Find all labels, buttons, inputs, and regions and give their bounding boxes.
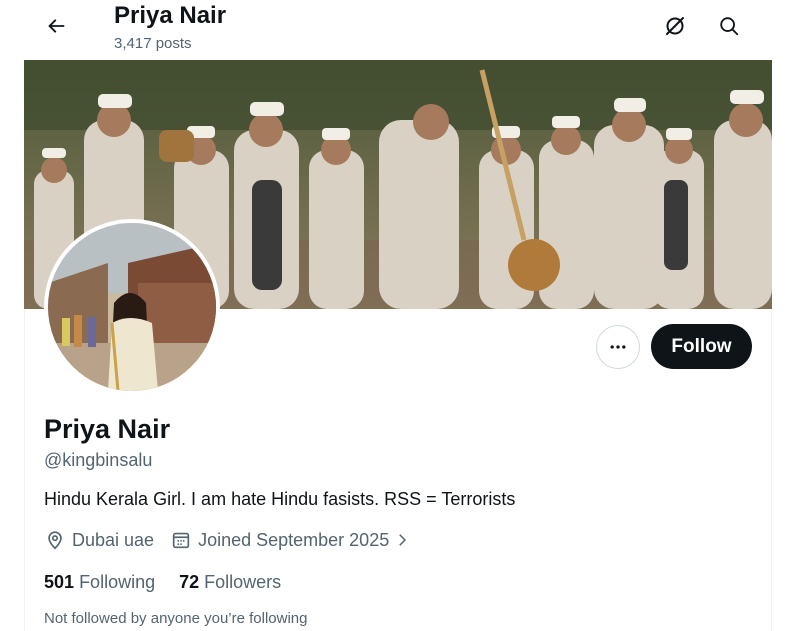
follow-button[interactable]: Follow	[651, 324, 752, 369]
grok-button[interactable]	[655, 6, 695, 46]
followers-count: 72	[179, 572, 200, 592]
user-handle: @kingbinsalu	[44, 450, 153, 470]
more-dots-icon	[610, 345, 626, 349]
more-button[interactable]	[596, 325, 640, 369]
location-pin-icon	[48, 531, 62, 550]
profile-stats: 501 Following 72 Followers	[44, 570, 305, 594]
followers-label: Followers	[204, 572, 282, 592]
profile-avatar[interactable]	[44, 219, 220, 395]
chevron-right-icon	[399, 534, 407, 546]
followers-link[interactable]: 72 Followers	[179, 570, 281, 594]
profile-bio: Hindu Kerala Girl. I am hate Hindu fasis…	[44, 489, 516, 509]
arrow-left-icon	[48, 19, 65, 33]
grok-icon	[666, 17, 684, 35]
join-date[interactable]: Joined September 2025	[170, 529, 417, 551]
following-count: 501	[44, 572, 75, 592]
location: Dubai uae	[44, 529, 154, 551]
following-label: Following	[79, 572, 156, 592]
following-link[interactable]: 501 Following	[44, 570, 155, 594]
calendar-icon	[172, 532, 190, 549]
search-button[interactable]	[709, 6, 749, 46]
display-name: Priya Nair	[44, 414, 171, 444]
join-date-text: Joined September 2025	[198, 529, 390, 550]
follow-notice: Not followed by anyone you’re following	[44, 610, 308, 627]
header-title: Priya Nair	[114, 2, 227, 29]
search-icon	[720, 17, 739, 36]
top-bar: Priya Nair 3,417 posts	[0, 0, 788, 60]
back-button[interactable]	[36, 6, 76, 46]
location-text: Dubai uae	[72, 529, 155, 550]
post-count: 3,417 posts	[114, 35, 192, 52]
profile-meta: Dubai uae Joined September 2025	[44, 527, 433, 553]
